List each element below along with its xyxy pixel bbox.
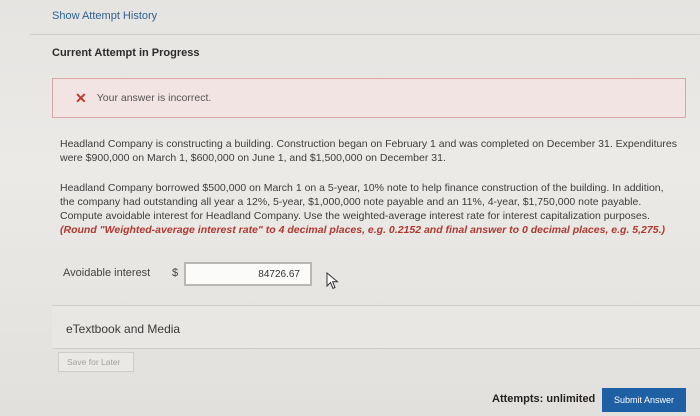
question-text: Headland Company borrowed $500,000 on Ma… bbox=[60, 182, 664, 222]
question-paragraph-1: Headland Company is constructing a build… bbox=[60, 138, 677, 164]
save-for-later-button[interactable]: Save for Later bbox=[58, 352, 134, 372]
incorrect-answer-alert: ✕ Your answer is incorrect. bbox=[52, 78, 686, 118]
etextbook-media-section[interactable]: eTextbook and Media bbox=[52, 305, 700, 349]
etextbook-media-label: eTextbook and Media bbox=[66, 322, 181, 336]
currency-symbol: $ bbox=[172, 267, 179, 279]
mouse-cursor-icon bbox=[326, 272, 339, 290]
alert-message: Your answer is incorrect. bbox=[96, 92, 212, 104]
close-icon: ✕ bbox=[75, 90, 87, 106]
submit-answer-button[interactable]: Submit Answer bbox=[602, 388, 686, 412]
question-paragraph-2: Headland Company borrowed $500,000 on Ma… bbox=[60, 181, 680, 237]
show-attempt-history-link[interactable]: Show Attempt History bbox=[52, 10, 157, 22]
section-title: Current Attempt in Progress bbox=[52, 47, 200, 59]
avoidable-interest-label: Avoidable interest bbox=[63, 267, 151, 279]
rounding-hint: (Round "Weighted-average interest rate" … bbox=[60, 224, 665, 236]
divider bbox=[30, 34, 700, 35]
assignment-page: Show Attempt History Current Attempt in … bbox=[0, 0, 700, 416]
avoidable-interest-input[interactable] bbox=[184, 262, 312, 286]
attempts-status: Attempts: unlimited bbox=[492, 393, 596, 405]
